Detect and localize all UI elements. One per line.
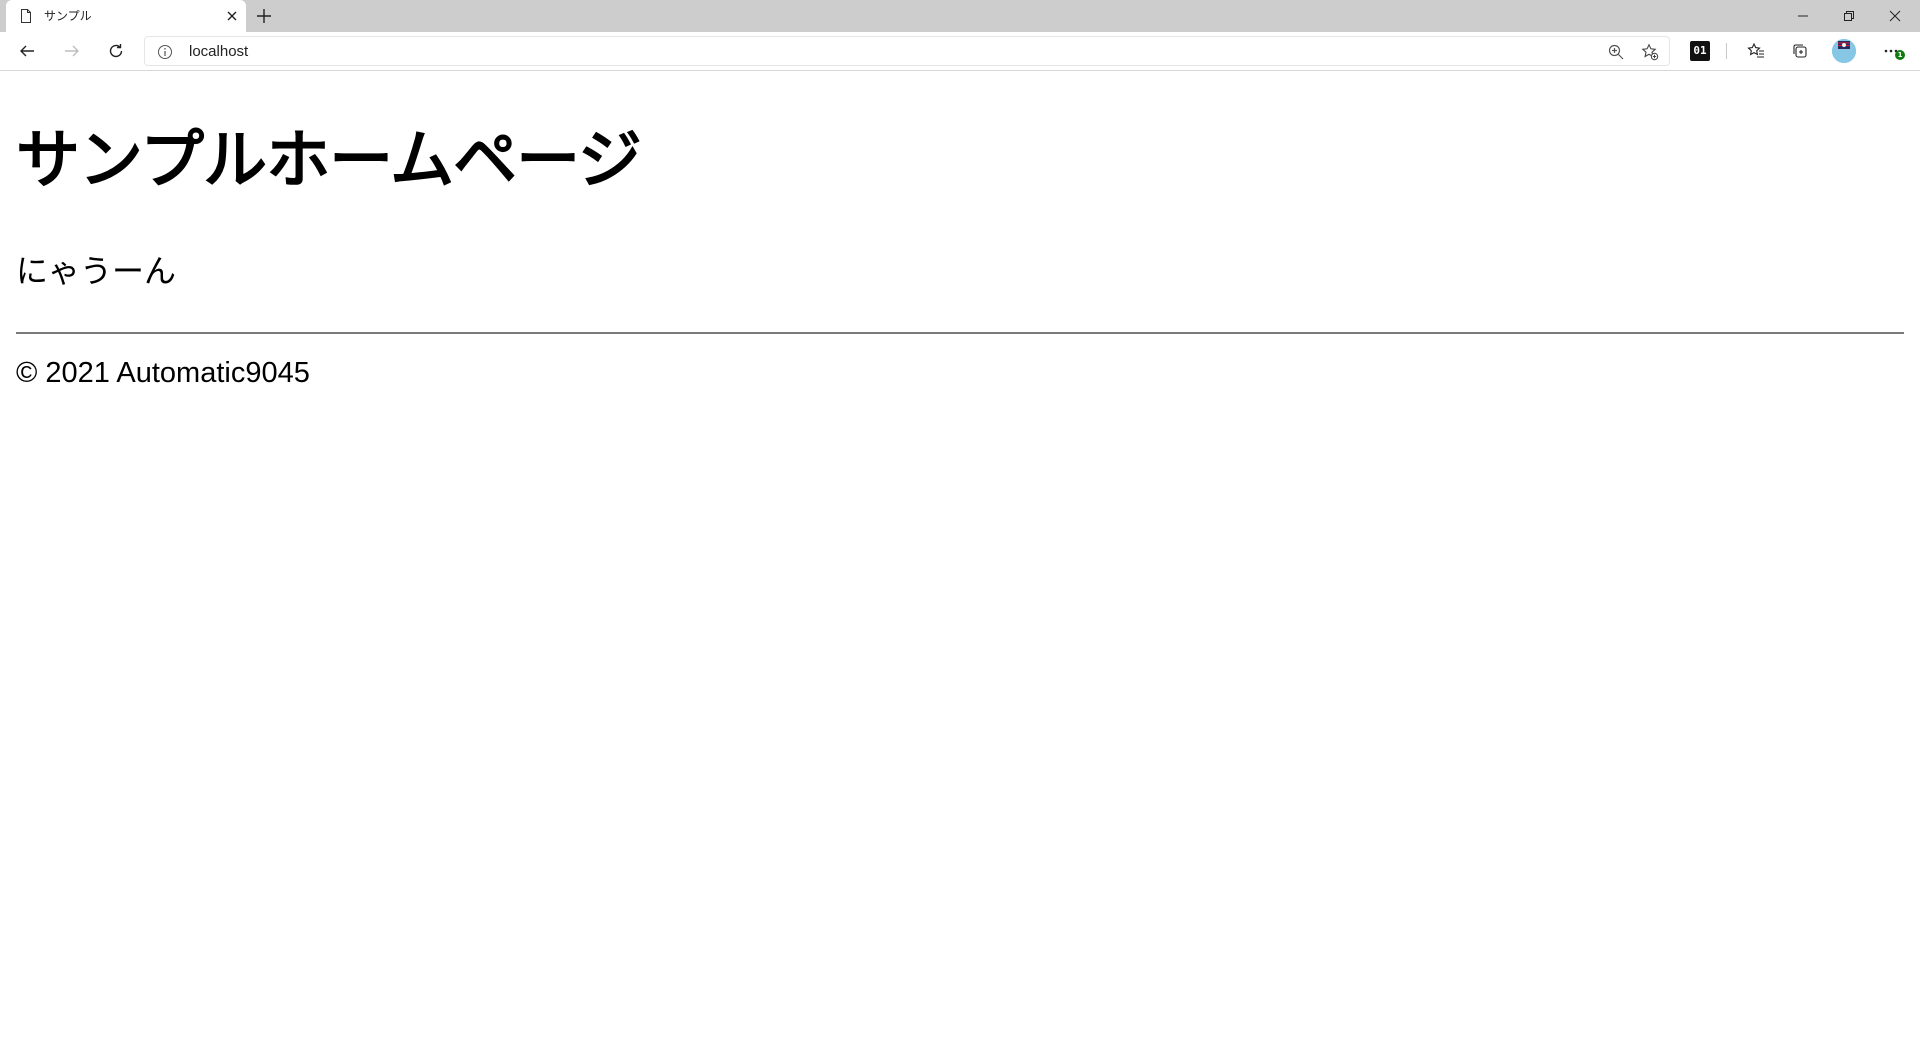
add-favorite-icon[interactable] (1641, 43, 1659, 61)
footer-copyright: © 2021 Automatic9045 (16, 357, 310, 389)
back-button[interactable] (15, 39, 39, 63)
page-title: サンプルホームページ (16, 124, 642, 198)
address-bar[interactable]: localhost (144, 36, 1670, 66)
avatar-image (1832, 39, 1856, 63)
info-icon[interactable] (157, 44, 173, 60)
profile-avatar[interactable] (1832, 39, 1856, 63)
refresh-button[interactable] (104, 39, 128, 63)
restore-button[interactable] (1826, 0, 1872, 32)
minimize-button[interactable] (1780, 0, 1826, 32)
back-arrow-icon (20, 45, 34, 57)
close-window-button[interactable] (1872, 0, 1918, 32)
minimize-icon (1798, 15, 1808, 17)
restore-icon (1844, 11, 1854, 21)
favorites-button[interactable] (1744, 39, 1768, 63)
forward-button[interactable] (60, 39, 84, 63)
tab-title: サンプル (44, 9, 92, 23)
divider (16, 332, 1904, 334)
collections-icon (1793, 44, 1807, 58)
toolbar-separator (1726, 43, 1727, 59)
notification-badge: 1 (1895, 50, 1905, 60)
close-tab-icon[interactable] (224, 8, 240, 24)
forward-arrow-icon (65, 45, 79, 57)
page-content: サンプルホームページ にゃうーん © 2021 Automatic9045 (0, 71, 1920, 1040)
url-text[interactable]: localhost (189, 43, 248, 61)
close-icon (1889, 10, 1901, 22)
extension-button[interactable]: 01 (1690, 41, 1710, 61)
favorites-icon (1747, 42, 1764, 58)
tab-strip: サンプル (0, 0, 1920, 32)
page-text: にゃうーん (16, 252, 177, 290)
collections-button[interactable] (1788, 39, 1812, 63)
page-icon (21, 9, 31, 23)
new-tab-icon[interactable] (254, 6, 274, 26)
zoom-icon[interactable] (1607, 43, 1625, 61)
refresh-icon (109, 44, 123, 58)
browser-toolbar: localhost 01 1 (0, 32, 1920, 71)
browser-tab[interactable]: サンプル (6, 0, 246, 32)
